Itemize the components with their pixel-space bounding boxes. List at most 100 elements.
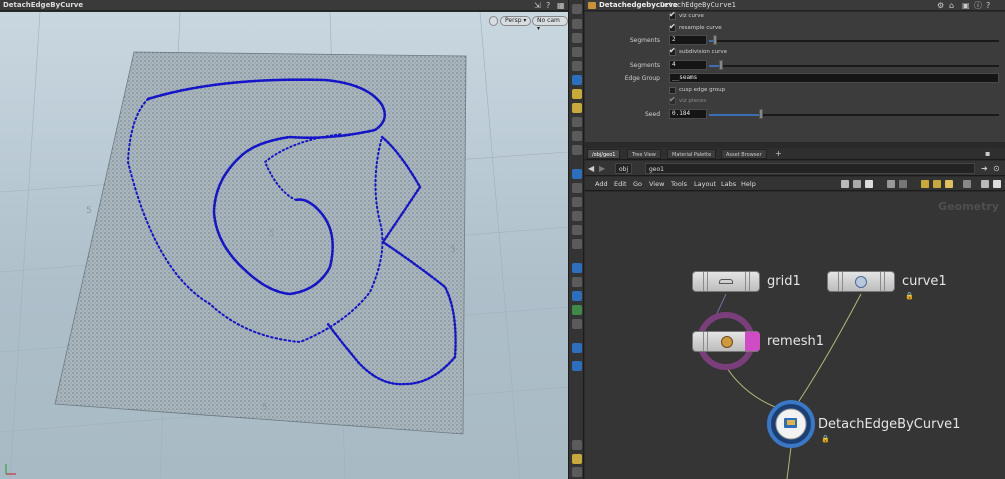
image-icon[interactable] (921, 180, 929, 188)
frame-icon[interactable] (993, 180, 1001, 188)
geometry-spreadsheet-icon[interactable] (572, 305, 582, 315)
back-arrow-icon[interactable]: ◀ (588, 163, 594, 174)
wrench-icon[interactable] (841, 180, 849, 188)
split-icon[interactable]: ⇲ (534, 0, 541, 11)
segments-field[interactable]: 2 (669, 35, 707, 45)
remesh1-label[interactable]: remesh1 (767, 334, 824, 349)
flag-icon[interactable] (963, 180, 971, 188)
segments-slider[interactable] (709, 40, 999, 42)
menu-tools[interactable]: Tools (671, 177, 687, 191)
grid1-label[interactable]: grid1 (767, 274, 801, 289)
tab-material-palette[interactable]: Material Palette (667, 149, 717, 159)
curve1-lock-icon[interactable]: 🔒 (905, 292, 914, 300)
folder-icon[interactable] (945, 180, 953, 188)
info-icon[interactable]: ⓘ (974, 0, 982, 11)
grid1-node[interactable] (692, 271, 760, 292)
menu-help[interactable]: Help (741, 177, 756, 191)
segments-slider-knob[interactable] (712, 35, 717, 45)
display-guides-icon[interactable] (572, 131, 582, 141)
quad-view-icon[interactable] (572, 454, 582, 464)
camera-icon[interactable] (572, 319, 582, 329)
tab-tree-view[interactable]: Tree View (627, 149, 661, 159)
menu-layout[interactable]: Layout (694, 177, 716, 191)
curve1-label[interactable]: curve1 (902, 274, 947, 289)
tab-asset-browser[interactable]: Asset Browser (721, 149, 767, 159)
info-icon[interactable] (572, 440, 582, 450)
pose-icon[interactable] (572, 239, 582, 249)
camera-dropdown[interactable]: No cam ▾ (532, 16, 568, 32)
smooth-shaded-icon[interactable] (572, 277, 582, 287)
detach-lock-icon[interactable]: 🔒 (821, 435, 830, 443)
snap-icon[interactable] (572, 47, 582, 57)
display-options-icon[interactable] (572, 4, 582, 14)
svg-text:5: 5 (262, 403, 268, 413)
lock-camera-button[interactable] (489, 16, 498, 26)
sticky-icon[interactable] (933, 180, 941, 188)
pane-menu-icon[interactable]: ▪ (985, 148, 990, 159)
ghost-icon[interactable] (572, 19, 582, 29)
move-icon[interactable] (572, 183, 582, 193)
resample-curve-checkbox[interactable] (669, 22, 676, 32)
tab-obj-geo1[interactable]: /obj/geo1 (587, 149, 621, 159)
menu-icon[interactable]: ▦ (557, 0, 565, 11)
help-icon[interactable]: ? (546, 0, 550, 11)
edge-group-label: Edge Group (624, 75, 660, 82)
wireframe-icon[interactable] (572, 263, 582, 273)
menu-labs[interactable]: Labs (721, 177, 736, 191)
grid-snap-icon[interactable] (853, 180, 861, 188)
menu-add[interactable]: Add (595, 177, 608, 191)
menu-view[interactable]: View (649, 177, 664, 191)
network-editor[interactable]: Geometry grid1 curve1 🔒 remesh1 DetachEd… (585, 192, 1005, 479)
network-menubar: Add Edit Go View Tools Layout Labs Help (585, 177, 1005, 191)
menu-edit[interactable]: Edit (614, 177, 627, 191)
link-icon[interactable]: ⊙ (993, 163, 1000, 174)
headlight-icon[interactable] (572, 89, 582, 99)
layout-icon[interactable] (572, 467, 582, 477)
visualize-icon[interactable] (572, 291, 582, 301)
remesh1-node[interactable] (692, 331, 760, 352)
rotate-icon[interactable] (572, 197, 582, 207)
display-flag[interactable] (745, 332, 760, 351)
search-icon[interactable] (981, 180, 989, 188)
select-icon[interactable] (572, 169, 582, 179)
pin-icon[interactable]: ➜ (981, 163, 988, 174)
vis-toggle-icon[interactable] (572, 361, 582, 371)
seed-field[interactable]: 0.184 (669, 109, 707, 119)
background-icon[interactable] (572, 117, 582, 127)
forward-arrow-icon[interactable]: ▶ (599, 163, 605, 174)
menu-go[interactable]: Go (633, 177, 642, 191)
render-region-icon[interactable] (572, 343, 582, 353)
help-icon[interactable]: ? (986, 0, 990, 11)
handle-icon[interactable] (572, 225, 582, 235)
segments-label: Segments (629, 37, 660, 44)
segments2-slider-knob[interactable] (718, 60, 723, 70)
segments2-slider[interactable] (709, 65, 999, 67)
curve1-node[interactable] (827, 271, 895, 292)
edge-group-field[interactable]: __seams (669, 73, 999, 83)
tree-icon[interactable] (899, 180, 907, 188)
segments2-field[interactable]: 4 (669, 60, 707, 70)
viewport-toolbar (568, 0, 584, 479)
seed-slider[interactable] (709, 114, 999, 116)
viz-curve-label: viz curve (679, 13, 704, 19)
cusp-edge-group-checkbox[interactable] (669, 87, 676, 94)
persp-dropdown[interactable]: Persp ▾ (500, 16, 532, 26)
note-icon[interactable] (865, 180, 873, 188)
gear-icon[interactable]: ⚙ (937, 0, 944, 11)
tag-icon[interactable]: ▣ (962, 0, 970, 11)
viz-pieces-checkbox[interactable] (669, 95, 676, 105)
path-obj[interactable]: obj (615, 163, 633, 174)
viewport-3d[interactable]: 5 5 5 5 Persp ▾ No cam ▾ (0, 12, 568, 479)
home-icon[interactable]: ⌂ (949, 0, 954, 11)
scene-view: 5 5 5 5 (0, 12, 568, 479)
svg-text:5: 5 (86, 206, 92, 216)
add-tab-icon[interactable]: + (775, 148, 782, 159)
layout-icon[interactable] (887, 180, 895, 188)
viz-curve-checkbox[interactable] (669, 10, 676, 20)
subdivision-curve-checkbox[interactable] (669, 46, 676, 56)
detach-label[interactable]: DetachEdgeByCurve1 (818, 417, 960, 432)
scale-icon[interactable] (572, 211, 582, 221)
point-display-icon[interactable] (572, 145, 582, 155)
seed-slider-knob[interactable] (759, 109, 764, 119)
path-geo1[interactable]: geo1 (645, 163, 975, 174)
